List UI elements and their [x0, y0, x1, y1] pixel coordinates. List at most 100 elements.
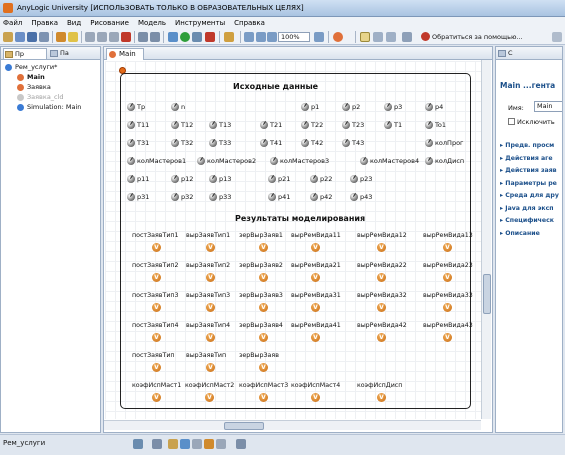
output-variable-icon[interactable]: V [206, 243, 215, 252]
output-variable-icon[interactable]: V [311, 303, 320, 312]
redo-icon[interactable] [150, 32, 160, 42]
snap-icon[interactable] [386, 32, 396, 42]
status-tool-icon[interactable] [168, 439, 178, 449]
vertical-scrollbar[interactable] [481, 60, 491, 419]
output-variable-icon[interactable]: V [377, 243, 386, 252]
output-variable-icon[interactable]: V [311, 393, 320, 402]
zoom-area-icon[interactable] [256, 32, 266, 42]
run-options-icon[interactable] [192, 32, 202, 42]
output-variable-icon[interactable]: V [311, 243, 320, 252]
output-variable-icon[interactable]: V [152, 303, 161, 312]
copy-icon[interactable] [97, 32, 107, 42]
parameter[interactable]: колМастеров2 [197, 156, 256, 166]
tree-item[interactable]: Заявка_cld [1, 92, 101, 102]
status-tool-icon[interactable] [216, 439, 226, 449]
save-all-icon[interactable] [39, 32, 49, 42]
output-variable-icon[interactable]: V [206, 273, 215, 282]
parameter[interactable]: p1 [301, 102, 319, 112]
grid-icon[interactable] [373, 32, 383, 42]
output-variable-icon[interactable]: V [206, 333, 215, 342]
parameter[interactable]: p22 [310, 174, 332, 184]
parameter[interactable]: колМастеров3 [270, 156, 329, 166]
parameter[interactable]: колМастеров4 [360, 156, 419, 166]
menu-help[interactable]: Справка [234, 19, 265, 27]
tree-item[interactable]: Main [1, 72, 101, 82]
output-variable-icon[interactable]: V [152, 273, 161, 282]
status-tool-icon[interactable] [192, 439, 202, 449]
output-variable-icon[interactable]: V [377, 273, 386, 282]
parameter[interactable]: p3 [384, 102, 402, 112]
tab-projects[interactable]: Пр [3, 48, 47, 59]
pin-icon[interactable] [333, 32, 343, 42]
parameter[interactable]: p12 [171, 174, 193, 184]
output-variable-icon[interactable]: V [152, 363, 161, 372]
output-variable-icon[interactable]: V [205, 393, 214, 402]
output-variable-icon[interactable]: V [259, 273, 268, 282]
property-section[interactable]: Параметры ре [500, 178, 557, 189]
parameter[interactable]: колПрог [425, 138, 463, 148]
output-variable-icon[interactable]: V [152, 333, 161, 342]
cut-icon[interactable] [85, 32, 95, 42]
menu-view[interactable]: Вид [67, 19, 81, 27]
menu-edit[interactable]: Правка [31, 19, 58, 27]
output-variable-icon[interactable]: V [206, 363, 215, 372]
status-tool-icon[interactable] [133, 439, 143, 449]
parameter[interactable]: колДисп [425, 156, 464, 166]
check-icon[interactable] [68, 32, 78, 42]
menu-model[interactable]: Модель [138, 19, 166, 27]
help-button[interactable]: Обратиться за помощью... [421, 31, 547, 43]
property-section[interactable]: Предв. просм [500, 140, 554, 151]
parameter[interactable]: p41 [268, 192, 290, 202]
parameter[interactable]: T23 [342, 120, 364, 130]
parameter[interactable]: Tp [127, 102, 145, 112]
parameter[interactable]: T43 [342, 138, 364, 148]
output-variable-icon[interactable]: V [377, 333, 386, 342]
parameter[interactable]: T31 [127, 138, 149, 148]
parameter[interactable]: p2 [342, 102, 360, 112]
tree-item[interactable]: Рем_услуги* [1, 62, 101, 72]
property-section[interactable]: Действия аге [500, 153, 552, 164]
parameter[interactable]: n [171, 102, 185, 112]
parameter[interactable]: p31 [127, 192, 149, 202]
new-icon[interactable] [3, 32, 13, 42]
property-section[interactable]: Действия заяв [500, 165, 556, 176]
zoom-in-icon[interactable] [267, 32, 277, 42]
parameter[interactable]: p32 [171, 192, 193, 202]
tab-properties[interactable]: С [508, 49, 513, 57]
parameter[interactable]: To1 [425, 120, 446, 130]
parameter[interactable]: p11 [127, 174, 149, 184]
output-variable-icon[interactable]: V [259, 363, 268, 372]
stop-icon[interactable] [205, 32, 215, 42]
tree-item[interactable]: Заявка [1, 82, 101, 92]
output-variable-icon[interactable]: V [259, 243, 268, 252]
output-variable-icon[interactable]: V [311, 333, 320, 342]
parameter[interactable]: T33 [209, 138, 231, 148]
delete-icon[interactable] [121, 32, 131, 42]
parameter[interactable]: p23 [350, 174, 372, 184]
output-variable-icon[interactable]: V [443, 333, 452, 342]
undo-icon[interactable] [138, 32, 148, 42]
tab-palette[interactable]: Па [49, 48, 79, 59]
status-tool-icon[interactable] [180, 439, 190, 449]
open-icon[interactable] [15, 32, 25, 42]
refresh-icon[interactable] [168, 32, 178, 42]
output-variable-icon[interactable]: V [377, 393, 386, 402]
property-section[interactable]: Специфическ [500, 215, 554, 226]
parameter[interactable]: T41 [260, 138, 282, 148]
parameter[interactable]: p33 [209, 192, 231, 202]
parameter[interactable]: T32 [171, 138, 193, 148]
wand-icon[interactable] [224, 32, 234, 42]
horizontal-scroll-thumb[interactable] [224, 422, 264, 430]
zoom-select[interactable]: 100% [278, 32, 310, 42]
parameter[interactable]: T42 [301, 138, 323, 148]
status-tool-icon[interactable] [236, 439, 246, 449]
tree-item[interactable]: Simulation: Main [1, 102, 101, 112]
parameter[interactable]: p42 [310, 192, 332, 202]
parameter[interactable]: T22 [301, 120, 323, 130]
vertical-scroll-thumb[interactable] [483, 274, 491, 314]
output-variable-icon[interactable]: V [259, 303, 268, 312]
perspective-icon[interactable] [552, 32, 562, 42]
paste-icon[interactable] [109, 32, 119, 42]
parameter[interactable]: T11 [127, 120, 149, 130]
layout-icon[interactable] [360, 32, 370, 42]
